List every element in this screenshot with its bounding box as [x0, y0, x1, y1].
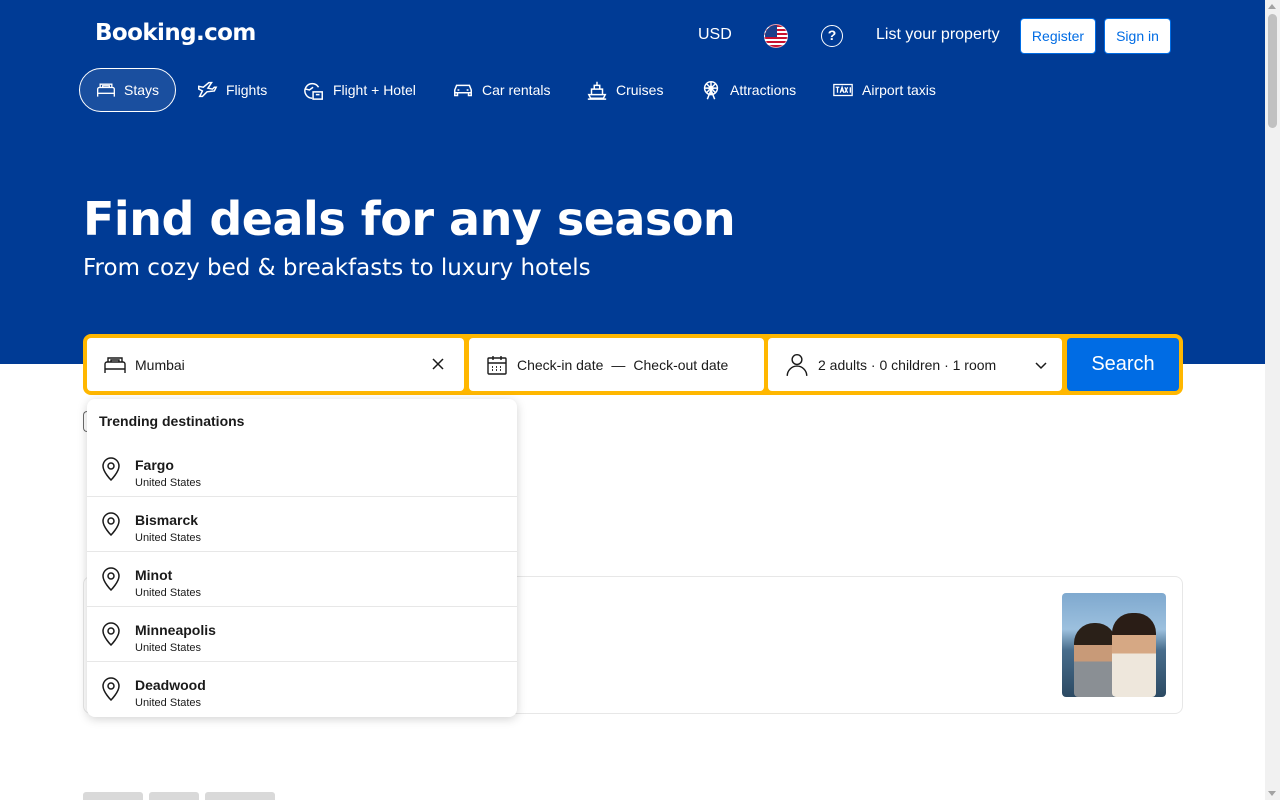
scroll-down-arrow[interactable] — [1268, 791, 1276, 796]
suggestion-name: Minneapolis — [135, 622, 216, 638]
list-property-link[interactable]: List your property — [876, 26, 1000, 44]
tab-stays[interactable]: Stays — [79, 68, 176, 112]
tab-flight-hotel[interactable]: Flight + Hotel — [287, 68, 432, 112]
destination-suggestions: Trending destinations Fargo United State… — [87, 399, 517, 717]
suggestion-country: United States — [135, 587, 202, 599]
search-bar: Check-in date — Check-out date 2 adults … — [83, 334, 1183, 395]
tab-flights[interactable]: Flights — [180, 68, 283, 112]
suggestion-country: United States — [135, 642, 202, 654]
tab-label: Flights — [226, 82, 268, 98]
destination-input[interactable] — [135, 356, 415, 373]
currency-selector[interactable]: USD — [698, 26, 732, 44]
destination-field[interactable] — [87, 338, 464, 391]
bed-icon — [96, 83, 115, 97]
hero-title: Find deals for any season — [83, 192, 736, 246]
guests-summary: 2 adults · 0 children · 1 room — [818, 356, 997, 373]
scroll-up-arrow[interactable] — [1268, 4, 1276, 9]
suggestion-fargo[interactable]: Fargo United States — [87, 442, 517, 497]
register-button[interactable]: Register — [1020, 18, 1096, 54]
section-heading-peek — [83, 792, 303, 800]
search-button[interactable]: Search — [1067, 338, 1179, 391]
chevron-down-icon — [1035, 362, 1047, 370]
tab-car-rentals[interactable]: Car rentals — [436, 68, 566, 112]
plane-icon — [198, 81, 218, 98]
suggestion-country: United States — [135, 697, 202, 709]
booking-logo[interactable]: Booking.com — [95, 20, 256, 46]
checkout-placeholder: Check-out date — [633, 356, 729, 373]
suggestion-country: United States — [135, 477, 202, 489]
flight-hotel-icon — [304, 82, 323, 100]
promo-photo — [1062, 593, 1166, 697]
sign-in-button[interactable]: Sign in — [1104, 18, 1171, 54]
ferris-wheel-icon — [703, 81, 719, 100]
location-pin-icon — [102, 677, 120, 701]
tab-label: Car rentals — [482, 82, 551, 98]
car-icon — [454, 84, 472, 97]
suggestion-minneapolis[interactable]: Minneapolis United States — [87, 607, 517, 662]
location-pin-icon — [102, 512, 120, 536]
suggestion-name: Minot — [135, 567, 173, 583]
suggestion-name: Bismarck — [135, 512, 199, 528]
tab-label: Cruises — [616, 82, 664, 98]
suggestion-country: United States — [135, 532, 202, 544]
dates-separator: — — [611, 356, 626, 373]
suggestion-name: Deadwood — [135, 677, 206, 693]
suggestion-name: Fargo — [135, 457, 174, 473]
taxi-icon — [833, 83, 853, 97]
location-pin-icon — [102, 457, 120, 481]
suggestion-minot[interactable]: Minot United States — [87, 552, 517, 607]
tab-label: Airport taxis — [862, 82, 936, 98]
dates-field[interactable]: Check-in date — Check-out date — [469, 338, 764, 391]
tab-label: Flight + Hotel — [333, 82, 416, 98]
ship-icon — [587, 81, 607, 100]
bed-icon — [104, 356, 126, 373]
tab-attractions[interactable]: Attractions — [684, 68, 812, 112]
page-scrollbar[interactable] — [1265, 0, 1280, 800]
suggestions-title: Trending destinations — [99, 413, 245, 429]
hero-banner — [0, 0, 1265, 364]
tab-label: Attractions — [730, 82, 797, 98]
question-circle-icon[interactable]: ? — [821, 25, 843, 47]
location-pin-icon — [102, 622, 120, 646]
tab-cruises[interactable]: Cruises — [570, 68, 679, 112]
suggestion-bismarck[interactable]: Bismarck United States — [87, 497, 517, 552]
calendar-icon — [487, 355, 507, 375]
tab-label: Stays — [123, 82, 159, 98]
us-flag-icon[interactable] — [764, 24, 788, 48]
suggestion-deadwood[interactable]: Deadwood United States — [87, 662, 517, 717]
clear-icon[interactable] — [431, 357, 445, 371]
guests-field[interactable]: 2 adults · 0 children · 1 room — [768, 338, 1062, 391]
scroll-thumb[interactable] — [1268, 14, 1277, 128]
location-pin-icon — [102, 567, 120, 591]
checkin-placeholder: Check-in date — [517, 356, 604, 373]
hero-subtitle: From cozy bed & breakfasts to luxury hot… — [83, 255, 591, 281]
tab-airport-taxis[interactable]: Airport taxis — [816, 68, 952, 112]
person-icon — [786, 353, 808, 376]
